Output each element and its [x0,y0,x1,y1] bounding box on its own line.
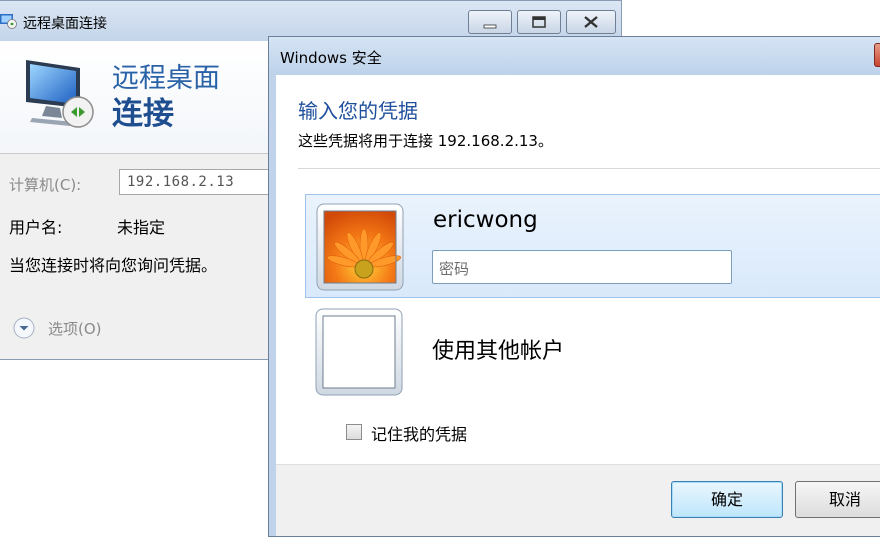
security-close-button[interactable] [874,43,880,67]
user-tile-ericwong[interactable]: ericwong 密码 [305,194,880,298]
computer-field-value: 192.168.2.13 [127,174,235,190]
password-field[interactable]: 密码 [432,250,732,284]
remember-credentials-label: 记住我的凭据 [371,425,468,444]
options-label: 选项(O) [48,320,102,338]
divider [298,168,880,169]
other-account-label: 使用其他帐户 [432,339,565,364]
credentials-note: 当您连接时将向您询问凭据。 [9,256,218,275]
computer-field[interactable]: 192.168.2.13 [119,169,270,195]
security-dialog: Windows 安全 输入您的凭据 这些凭据将用于连接 192.168.2.13… [268,36,880,537]
divider [0,153,270,154]
dialog-footer: 确定 取消 [276,464,880,536]
rdc-app-icon [0,13,18,29]
checkbox-box[interactable] [346,424,362,440]
rdc-window-title: 远程桌面连接 [23,16,107,32]
credentials-heading: 输入您的凭据 [298,99,418,123]
flower-avatar-icon [316,203,404,291]
minimize-button[interactable] [468,10,512,34]
user-tile-name: ericwong [433,207,538,233]
username-value: 未指定 [117,218,166,237]
maximize-icon [518,16,560,37]
credentials-subtitle: 这些凭据将用于连接 192.168.2.13。 [298,132,553,150]
close-button[interactable] [566,10,616,34]
rdc-titlebar[interactable]: 远程桌面连接 [0,1,621,41]
username-label: 用户名: [9,218,63,237]
rdc-heading-line2: 连接 [112,96,174,132]
user-tile-other-account[interactable]: 使用其他帐户 [305,303,880,407]
computer-label: 计算机(C): [9,176,82,194]
minimize-icon [469,18,511,37]
blank-avatar-icon [315,308,403,396]
chevron-down-icon [13,317,35,339]
ok-button[interactable]: 确定 [671,481,783,518]
security-client-area: 输入您的凭据 这些凭据将用于连接 192.168.2.13。 ericwong … [276,75,880,536]
password-field-placeholder: 密码 [439,260,470,278]
cancel-button[interactable]: 取消 [795,481,880,518]
maximize-button[interactable] [517,10,561,34]
security-titlebar[interactable]: Windows 安全 [269,37,880,75]
close-icon [567,16,615,37]
monitor-connection-icon [22,56,102,136]
security-dialog-title: Windows 安全 [280,49,382,67]
